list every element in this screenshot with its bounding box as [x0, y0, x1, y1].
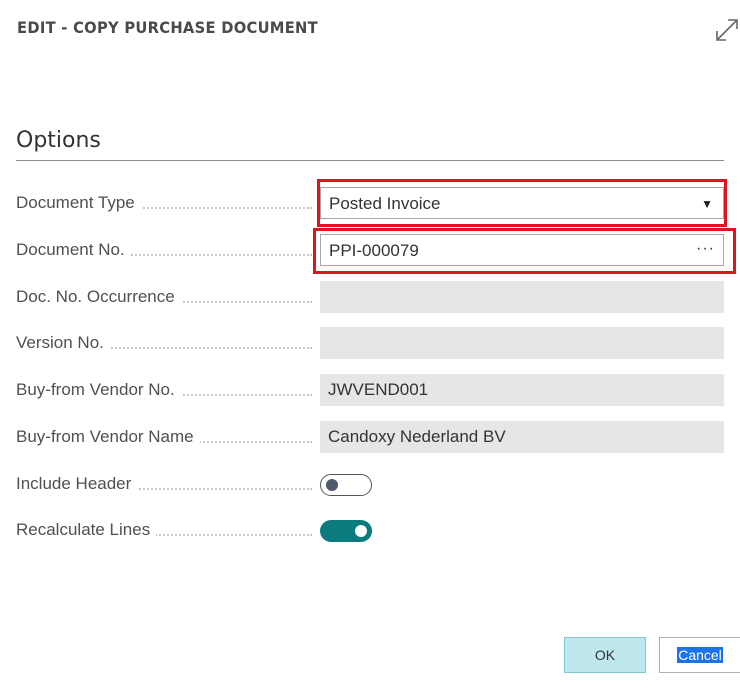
ok-button[interactable]: OK [564, 637, 646, 673]
dialog-title: EDIT - COPY PURCHASE DOCUMENT [17, 18, 318, 37]
row-buy-from-vendor-no: Buy-from Vendor No. JWVEND001 [16, 374, 724, 406]
buy-from-vendor-no-field: JWVEND001 [320, 374, 724, 406]
include-header-toggle[interactable] [320, 474, 372, 496]
document-type-label: Document Type [16, 193, 141, 213]
expand-arrows-icon[interactable] [714, 17, 740, 43]
row-recalculate-lines: Recalculate Lines [16, 514, 724, 546]
highlight-box-document-type [317, 179, 727, 227]
doc-no-occurrence-field [320, 281, 724, 313]
buy-from-vendor-name-label: Buy-from Vendor Name [16, 427, 200, 447]
recalculate-lines-label: Recalculate Lines [16, 520, 157, 540]
toggle-knob [326, 479, 338, 491]
toggle-knob [355, 525, 367, 537]
recalculate-lines-toggle[interactable] [320, 520, 372, 542]
version-no-field [320, 327, 724, 359]
version-no-label: Version No. [16, 333, 110, 353]
row-doc-no-occurrence: Doc. No. Occurrence [16, 281, 724, 313]
section-title-options: Options [16, 128, 101, 153]
buy-from-vendor-no-label: Buy-from Vendor No. [16, 380, 181, 400]
row-buy-from-vendor-name: Buy-from Vendor Name Candoxy Nederland B… [16, 421, 724, 453]
section-divider [16, 160, 724, 161]
highlight-box-document-no [313, 228, 736, 274]
document-no-label: Document No. [16, 240, 131, 260]
doc-no-occurrence-label: Doc. No. Occurrence [16, 287, 181, 307]
include-header-label: Include Header [16, 474, 138, 494]
cancel-button-label: Cancel [677, 647, 723, 663]
row-version-no: Version No. [16, 327, 724, 359]
buy-from-vendor-name-field: Candoxy Nederland BV [320, 421, 724, 453]
row-include-header: Include Header [16, 468, 724, 500]
cancel-button[interactable]: Cancel [659, 637, 740, 673]
